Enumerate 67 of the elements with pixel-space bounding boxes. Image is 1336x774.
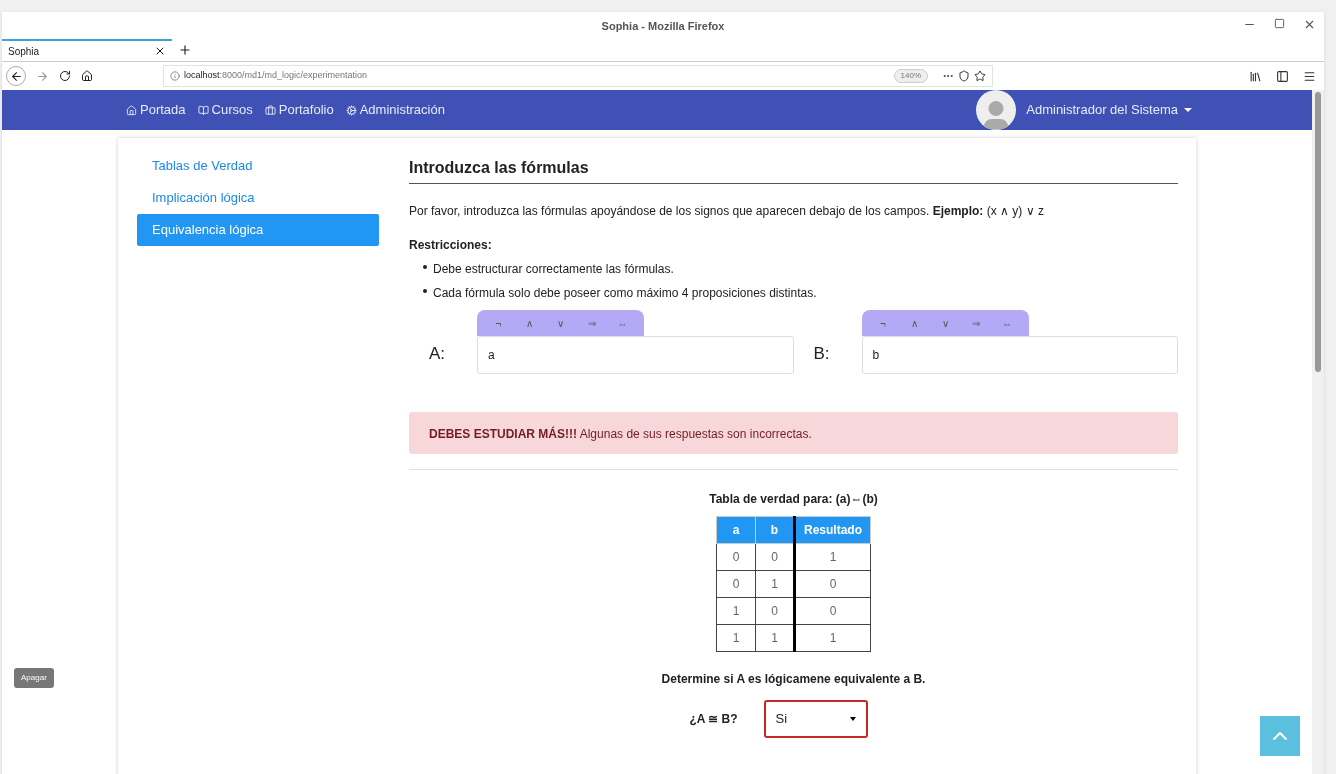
table-cell: 0 [716, 570, 756, 598]
symbol-button[interactable]: ⇔ [607, 315, 638, 331]
symbol-button[interactable]: ∧ [514, 315, 545, 331]
briefcase-icon [264, 104, 276, 116]
symbol-button[interactable]: ⇒ [960, 315, 992, 331]
library-icon[interactable] [1249, 69, 1262, 83]
maximize-icon[interactable] [1274, 18, 1285, 29]
side-tab[interactable]: Apagar [14, 668, 54, 688]
table-cell: 0 [794, 597, 871, 625]
home-icon [126, 104, 137, 116]
restrictions-label: Restricciones: [409, 237, 493, 254]
reload-icon[interactable] [59, 70, 71, 82]
nav-link[interactable]: Administración [345, 100, 445, 120]
symbol-button[interactable]: ⇔ [991, 315, 1023, 331]
pocket-icon[interactable] [958, 70, 970, 82]
book-icon [197, 104, 209, 116]
browser-tab[interactable]: Sophia [2, 39, 172, 61]
window-title: Sophia - Mozilla Firefox [601, 18, 725, 34]
formula-label: B: [812, 342, 831, 365]
back-arrow-icon [9, 69, 23, 83]
answer-label: ¿A ≅ B? [689, 711, 738, 728]
question-text: Determine si A es lógicamene equivalente a B. [660, 671, 927, 688]
restriction-item: Cada fórmula solo debe poseer como máximo 4 proposiciones distintas. [423, 284, 1178, 302]
intro-text: Por favor, introduzca las fórmulas apoyándose de los signos que aparecen debajo de los campos. Ejemplo: (x ∧ y) ∨ z [409, 203, 1045, 220]
bookmark-star-icon[interactable] [974, 70, 986, 82]
nav-link[interactable]: Portafolio [264, 100, 334, 120]
answer-select[interactable]: Si [763, 700, 868, 738]
close-icon[interactable] [1303, 18, 1316, 31]
sidebar-item[interactable]: Implicación lógica [137, 182, 379, 214]
symbol-button[interactable]: ∨ [929, 315, 961, 331]
scrollbar[interactable] [1312, 90, 1324, 774]
forward-icon[interactable] [36, 69, 49, 83]
sidebar-item[interactable]: Tablas de Verdad [137, 150, 379, 182]
formula-field[interactable]: b [861, 336, 1178, 374]
column-header: a [716, 516, 756, 544]
avatar-icon [976, 90, 1017, 130]
close-tab-icon[interactable] [154, 45, 166, 57]
sidebar-icon[interactable] [1276, 69, 1289, 83]
formula-field[interactable]: a [477, 336, 794, 374]
table-cell: 0 [716, 543, 756, 571]
table-cell: 1 [794, 624, 871, 652]
address-bar[interactable]: localhost:8000/md1/md_logic/experimentation 140% [163, 65, 993, 87]
gear-icon [345, 104, 357, 116]
info-icon [170, 71, 180, 81]
home-icon[interactable] [81, 70, 93, 82]
symbol-button[interactable]: ¬ [483, 315, 514, 331]
new-tab-icon[interactable] [178, 43, 192, 57]
restriction-item: Debe estructurar correctamente las fórmulas. [423, 260, 1178, 278]
table-cell: 1 [716, 624, 756, 652]
table-cell: 1 [716, 597, 756, 625]
table-cell: 0 [794, 570, 871, 598]
symbol-button[interactable]: ∧ [898, 315, 930, 331]
zoom-badge[interactable]: 140% [893, 69, 928, 83]
formula-label: A: [428, 342, 447, 365]
nav-link[interactable]: Cursos [197, 100, 253, 120]
symbol-button[interactable]: ¬ [867, 315, 899, 331]
menu-icon[interactable] [1303, 69, 1316, 83]
sidebar-item[interactable]: Equivalencia lógica [137, 214, 379, 246]
truth-table-title: Tabla de verdad para: (a)⇔(b) [708, 491, 879, 508]
symbol-button[interactable]: ∨ [545, 315, 576, 331]
symbol-button[interactable]: ⇒ [576, 315, 607, 331]
column-header: Resultado [794, 516, 871, 544]
nav-link[interactable]: Portada [126, 100, 186, 120]
table-cell: 1 [794, 543, 871, 571]
section-heading: Introduzca las fórmulas [409, 156, 1178, 184]
error-alert: DEBES ESTUDIAR MÁS!!! Algunas de sus respuestas son incorrectas. [409, 412, 1178, 454]
user-menu[interactable]: Administrador del Sistema [1026, 100, 1192, 120]
